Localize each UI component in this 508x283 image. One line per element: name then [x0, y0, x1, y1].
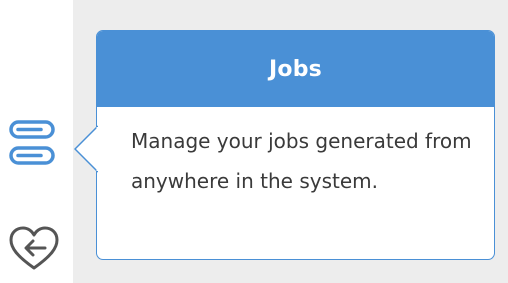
jobs-icon[interactable] [8, 118, 60, 172]
jobs-tooltip: Jobs Manage your jobs generated from any… [74, 30, 495, 260]
heart-return-icon[interactable] [9, 226, 59, 272]
tooltip-description: Manage your jobs generated from anywhere… [131, 129, 472, 193]
sidebar [0, 0, 73, 283]
tooltip-box: Jobs Manage your jobs generated from any… [96, 30, 495, 260]
tooltip-pointer [74, 125, 98, 173]
tooltip-title: Jobs [97, 31, 494, 107]
